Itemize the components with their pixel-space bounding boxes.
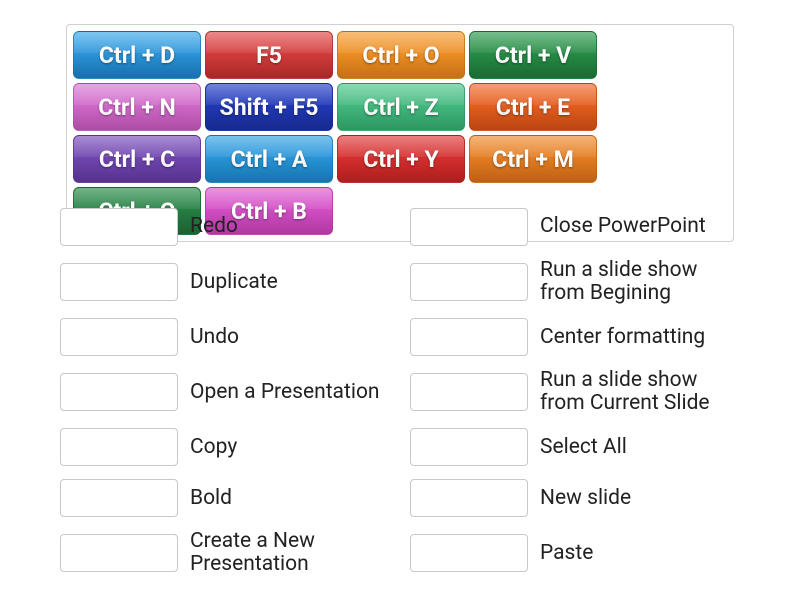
drop-zone[interactable]	[60, 428, 178, 466]
drop-zone[interactable]	[410, 263, 528, 301]
answer-label: Copy	[190, 436, 390, 459]
drop-zone[interactable]	[410, 479, 528, 517]
answer-row: Center formatting	[410, 318, 740, 356]
answer-row: Bold	[60, 479, 390, 517]
answer-label: Center formatting	[540, 326, 740, 349]
tile[interactable]: Ctrl + Z	[337, 83, 465, 131]
drop-zone[interactable]	[410, 534, 528, 572]
tile[interactable]: Ctrl + V	[469, 31, 597, 79]
drop-zone[interactable]	[410, 428, 528, 466]
answer-label: Paste	[540, 542, 740, 565]
answer-row: Select All	[410, 428, 740, 466]
drop-zone[interactable]	[60, 263, 178, 301]
drop-zone[interactable]	[410, 373, 528, 411]
answer-row: New slide	[410, 479, 740, 517]
answer-row: Copy	[60, 428, 390, 466]
answers-grid: Redo Close PowerPoint Duplicate Run a slide…	[60, 208, 740, 577]
tile[interactable]: Ctrl + E	[469, 83, 597, 131]
answer-label: Select All	[540, 436, 740, 459]
answer-label: Undo	[190, 326, 390, 349]
answer-label: Duplicate	[190, 271, 390, 294]
answer-label: Create a New Presentation	[190, 530, 390, 576]
answer-row: Undo	[60, 318, 390, 356]
answer-row: Duplicate	[60, 259, 390, 305]
answer-row: Redo	[60, 208, 390, 246]
tile[interactable]: Ctrl + A	[205, 135, 333, 183]
answer-row: Run a slide show from Begining	[410, 259, 740, 305]
tile[interactable]: Ctrl + D	[73, 31, 201, 79]
drop-zone[interactable]	[410, 208, 528, 246]
answer-row: Paste	[410, 530, 740, 576]
drop-zone[interactable]	[410, 318, 528, 356]
drop-zone[interactable]	[60, 534, 178, 572]
answer-label: Run a slide show from Current Slide	[540, 369, 740, 415]
drop-zone[interactable]	[60, 208, 178, 246]
tile[interactable]: Ctrl + C	[73, 135, 201, 183]
answer-row: Close PowerPoint	[410, 208, 740, 246]
answer-row: Open a Presentation	[60, 369, 390, 415]
tile[interactable]: Ctrl + N	[73, 83, 201, 131]
answer-label: New slide	[540, 487, 740, 510]
tile[interactable]: F5	[205, 31, 333, 79]
tile[interactable]: Shift + F5	[205, 83, 333, 131]
answer-row: Run a slide show from Current Slide	[410, 369, 740, 415]
tile[interactable]: Ctrl + Y	[337, 135, 465, 183]
tile[interactable]: Ctrl + O	[337, 31, 465, 79]
drop-zone[interactable]	[60, 479, 178, 517]
answer-label: Open a Presentation	[190, 381, 390, 404]
answer-label: Redo	[190, 215, 390, 238]
answer-row: Create a New Presentation	[60, 530, 390, 576]
drop-zone[interactable]	[60, 373, 178, 411]
answer-label: Close PowerPoint	[540, 215, 740, 238]
answer-label: Run a slide show from Begining	[540, 259, 740, 305]
drop-zone[interactable]	[60, 318, 178, 356]
tile[interactable]: Ctrl + M	[469, 135, 597, 183]
answer-label: Bold	[190, 487, 390, 510]
